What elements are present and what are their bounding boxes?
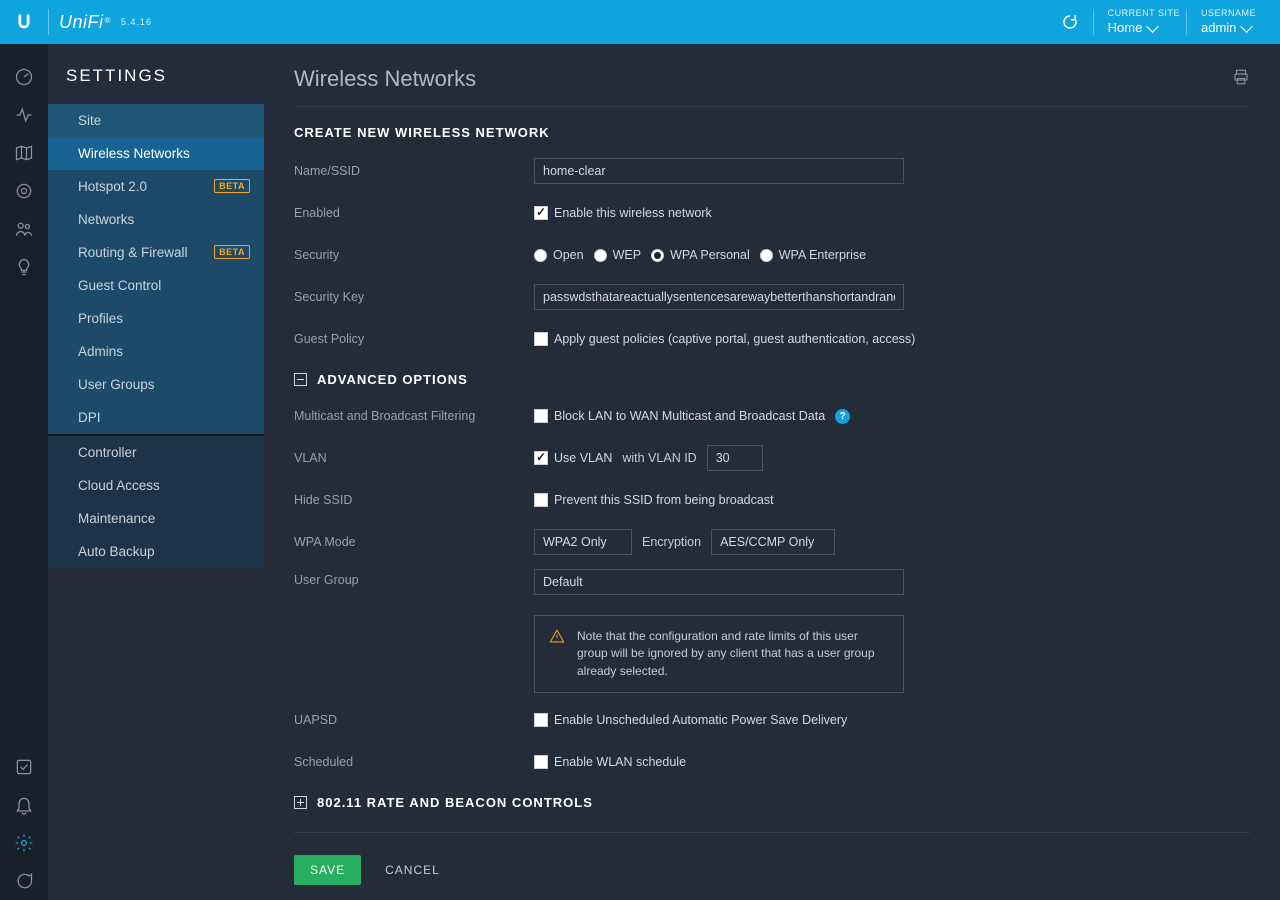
clients-icon[interactable] [0, 210, 48, 248]
dashboard-icon[interactable] [0, 58, 48, 96]
username-dropdown[interactable]: USERNAME admin [1187, 6, 1256, 38]
statistics-icon[interactable] [0, 96, 48, 134]
security-key-input[interactable] [534, 284, 904, 310]
sidebar-item-hotspot[interactable]: Hotspot 2.0BETA [48, 170, 264, 203]
vlan-with-text: with VLAN ID [622, 451, 696, 465]
uapsd-text: Enable Unscheduled Automatic Power Save … [554, 713, 847, 727]
rate-beacon-title: 802.11 RATE AND BEACON CONTROLS [317, 795, 593, 810]
guest-policy-label: Guest Policy [294, 332, 534, 346]
chat-icon[interactable] [0, 862, 48, 900]
security-wpa-enterprise-radio[interactable] [760, 249, 773, 262]
ubiquiti-logo[interactable] [0, 0, 48, 44]
encryption-label: Encryption [642, 535, 701, 549]
events-icon[interactable] [0, 748, 48, 786]
multicast-label: Multicast and Broadcast Filtering [294, 409, 534, 423]
security-label: Security [294, 248, 534, 262]
help-icon[interactable]: ? [835, 409, 850, 424]
enable-network-checkbox[interactable] [534, 206, 548, 220]
enabled-label: Enabled [294, 206, 534, 220]
map-icon[interactable] [0, 134, 48, 172]
sidebar-item-cloud-access[interactable]: Cloud Access [48, 469, 264, 502]
chevron-down-icon [1146, 20, 1159, 33]
sidebar-item-auto-backup[interactable]: Auto Backup [48, 535, 264, 568]
use-vlan-checkbox[interactable] [534, 451, 548, 465]
multicast-text: Block LAN to WAN Multicast and Broadcast… [554, 409, 825, 423]
current-site-value: Home [1108, 21, 1143, 35]
hide-ssid-text: Prevent this SSID from being broadcast [554, 493, 774, 507]
ssid-input[interactable] [534, 158, 904, 184]
side-rail [0, 44, 48, 900]
version-label: 5.4.16 [121, 17, 152, 27]
sidebar-item-user-groups[interactable]: User Groups [48, 368, 264, 401]
sidebar-item-routing-firewall[interactable]: Routing & FirewallBETA [48, 236, 264, 269]
sidebar-item-profiles[interactable]: Profiles [48, 302, 264, 335]
username-value: admin [1201, 21, 1236, 35]
sidebar-item-maintenance[interactable]: Maintenance [48, 502, 264, 535]
hide-ssid-label: Hide SSID [294, 493, 534, 507]
hide-ssid-checkbox[interactable] [534, 493, 548, 507]
page-title: Wireless Networks [294, 66, 476, 92]
create-section-title: CREATE NEW WIRELESS NETWORK [294, 125, 1250, 140]
user-group-note: Note that the configuration and rate lim… [534, 615, 904, 693]
advanced-options-toggle[interactable]: ADVANCED OPTIONS [294, 372, 1250, 387]
sidebar-item-controller[interactable]: Controller [48, 436, 264, 469]
sidebar-item-wireless-networks[interactable]: Wireless Networks [48, 137, 264, 170]
security-wpa-personal-radio[interactable] [651, 249, 664, 262]
scheduled-text: Enable WLAN schedule [554, 755, 686, 769]
wpa-mode-label: WPA Mode [294, 535, 534, 549]
chevron-down-icon [1241, 20, 1254, 33]
collapse-plus-icon [294, 796, 307, 809]
use-vlan-text: Use VLAN [554, 451, 612, 465]
settings-icon[interactable] [0, 824, 48, 862]
main-panel: Wireless Networks CREATE NEW WIRELESS NE… [264, 44, 1280, 900]
uapsd-checkbox[interactable] [534, 713, 548, 727]
rate-beacon-toggle[interactable]: 802.11 RATE AND BEACON CONTROLS [294, 795, 1250, 810]
vlan-label: VLAN [294, 451, 534, 465]
save-button[interactable]: SAVE [294, 855, 361, 885]
security-key-label: Security Key [294, 290, 534, 304]
warning-icon [549, 628, 565, 680]
sidebar-item-site[interactable]: Site [48, 104, 264, 137]
devices-icon[interactable] [0, 172, 48, 210]
encryption-select[interactable]: AES/CCMP Only [711, 529, 835, 555]
security-wep-radio[interactable] [594, 249, 607, 262]
vlan-id-input[interactable] [707, 445, 763, 471]
advanced-options-title: ADVANCED OPTIONS [317, 372, 468, 387]
scheduled-checkbox[interactable] [534, 755, 548, 769]
collapse-minus-icon [294, 373, 307, 386]
user-group-note-text: Note that the configuration and rate lim… [577, 628, 889, 680]
username-label: USERNAME [1201, 9, 1256, 19]
settings-sidebar: SETTINGS Site Wireless Networks Hotspot … [48, 44, 264, 900]
user-group-select[interactable]: Default [534, 569, 904, 595]
alerts-icon[interactable] [0, 786, 48, 824]
settings-title: SETTINGS [48, 66, 264, 104]
refresh-button[interactable] [1047, 13, 1093, 31]
scheduled-label: Scheduled [294, 755, 534, 769]
guest-policy-checkbox[interactable] [534, 332, 548, 346]
sidebar-item-networks[interactable]: Networks [48, 203, 264, 236]
beta-badge: BETA [214, 179, 250, 193]
print-icon[interactable] [1232, 66, 1250, 92]
user-group-label: User Group [294, 569, 534, 587]
guest-policy-text: Apply guest policies (captive portal, gu… [554, 332, 915, 346]
multicast-checkbox[interactable] [534, 409, 548, 423]
brand-unifi: UniFi® [49, 12, 121, 33]
divider [294, 832, 1250, 833]
current-site-label: CURRENT SITE [1108, 9, 1180, 19]
uapsd-label: UAPSD [294, 713, 534, 727]
current-site-dropdown[interactable]: CURRENT SITE Home [1094, 6, 1180, 38]
beta-badge: BETA [214, 245, 250, 259]
insights-icon[interactable] [0, 248, 48, 286]
sidebar-item-guest-control[interactable]: Guest Control [48, 269, 264, 302]
settings-menu: Site Wireless Networks Hotspot 2.0BETA N… [48, 104, 264, 568]
top-bar: UniFi® 5.4.16 CURRENT SITE Home USERNAME… [0, 0, 1280, 44]
cancel-button[interactable]: CANCEL [379, 862, 446, 878]
sidebar-item-dpi[interactable]: DPI [48, 401, 264, 434]
wpa-mode-select[interactable]: WPA2 Only [534, 529, 632, 555]
name-ssid-label: Name/SSID [294, 164, 534, 178]
enable-network-text: Enable this wireless network [554, 206, 712, 220]
sidebar-item-admins[interactable]: Admins [48, 335, 264, 368]
security-open-radio[interactable] [534, 249, 547, 262]
